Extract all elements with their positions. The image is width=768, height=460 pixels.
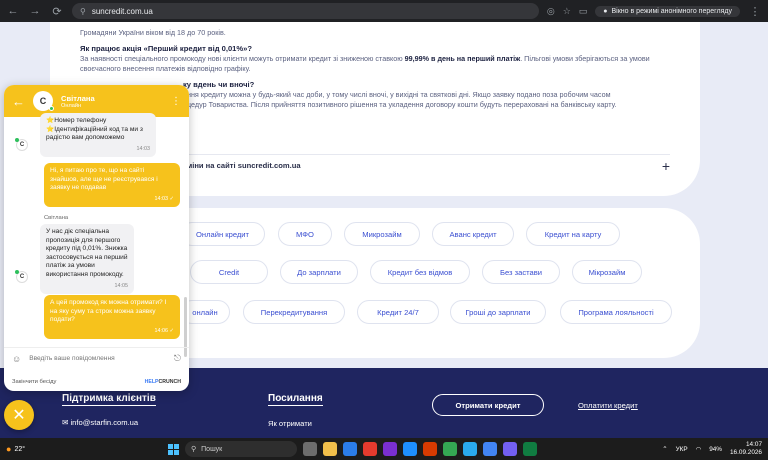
- faq-answer-1: Громадяни України віком від 18 до 70 рок…: [80, 28, 226, 37]
- tag-credit[interactable]: Credit: [190, 260, 268, 284]
- viber-icon[interactable]: [503, 442, 517, 456]
- sun-icon: ●: [6, 444, 12, 454]
- tag-groshi[interactable]: Гроші до зарплати: [450, 300, 546, 324]
- battery-indicator[interactable]: 94%: [709, 446, 722, 453]
- url-text: suncredit.com.ua: [91, 6, 153, 16]
- message-sender: Світлана: [44, 215, 69, 221]
- windows-start-icon[interactable]: [168, 443, 179, 455]
- taskbar: ● 22° ⚲ Пошук ⌃ УКР ◠ 94% 14:07 16.09.20…: [0, 438, 768, 460]
- tag-online-credit[interactable]: Онлайн кредит: [180, 222, 265, 246]
- chat-menu-icon[interactable]: ⋮: [171, 96, 181, 107]
- plus-icon[interactable]: +: [662, 158, 670, 174]
- tag-mfo[interactable]: МФО: [278, 222, 332, 246]
- reload-icon[interactable]: ⟳: [50, 5, 64, 18]
- back-arrow-icon[interactable]: ←: [12, 94, 25, 109]
- app-icon-blue[interactable]: [483, 442, 497, 456]
- agent-avatar: С: [33, 91, 54, 111]
- get-credit-button[interactable]: Отримати кредит: [432, 394, 544, 416]
- agent-status: Онлайн: [61, 102, 82, 109]
- faq-answer-2: За наявності спеціального промокоду нові…: [80, 54, 650, 73]
- attachment-icon[interactable]: ⎋: [174, 353, 181, 364]
- agent-msg-avatar: С: [15, 270, 28, 283]
- chat-footer: Закінчити бесіду HELPCRUNCH: [4, 375, 189, 389]
- footer-links-title: Посилання: [268, 393, 323, 406]
- wifi-icon[interactable]: ◠: [696, 445, 702, 453]
- app-icon-purple[interactable]: [383, 442, 397, 456]
- address-bar[interactable]: ⚲ suncredit.com.ua: [72, 3, 539, 19]
- system-tray: ⌃ УКР ◠ 94% 14:07 16.09.2026: [662, 441, 762, 457]
- footer-support-title: Підтримка клієнтів: [62, 393, 156, 406]
- tag-do-zarplaty[interactable]: До зарплати: [280, 260, 358, 284]
- incognito-indicator[interactable]: ● Вікно в режимі анонімного перегляду: [595, 5, 740, 17]
- office-icon[interactable]: [423, 442, 437, 456]
- taskbar-search[interactable]: ⚲ Пошук: [185, 441, 297, 457]
- faq-question-2[interactable]: Як працює акція «Перший кредит від 0,01%…: [80, 44, 680, 54]
- chevron-up-icon[interactable]: ⌃: [662, 445, 667, 453]
- tag-credit-24-7[interactable]: Кредит 24/7: [357, 300, 439, 324]
- incognito-icon: ●: [603, 7, 608, 15]
- agent-name: Світлана: [61, 93, 95, 103]
- star-icon[interactable]: ☆: [563, 6, 571, 17]
- pay-credit-link[interactable]: Оплатити кредит: [578, 401, 638, 410]
- tag-bez-zastavy[interactable]: Без застави: [482, 260, 560, 284]
- sidebar-icon[interactable]: ▭: [579, 6, 588, 17]
- tag-bez-vidmov[interactable]: Кредит без відмов: [370, 260, 470, 284]
- task-view-icon[interactable]: [303, 442, 317, 456]
- tag-loyalty[interactable]: Програма лояльності: [560, 300, 672, 324]
- tag-mikrozaim[interactable]: Микрозайм: [344, 222, 420, 246]
- user-message: Hi, я питаю про те, що на сайті знайшов,…: [44, 163, 180, 208]
- footer-email[interactable]: ✉ info@starfin.com.ua: [62, 418, 138, 427]
- app-icon-red[interactable]: [363, 442, 377, 456]
- chat-widget: ← С Світлана Онлайн ⋮ С ⭐Номер телефону …: [4, 85, 189, 391]
- clock[interactable]: 14:07 16.09.2026: [730, 441, 762, 457]
- tag-avans[interactable]: Аванс кредит: [432, 222, 514, 246]
- footer-link-how-to-get[interactable]: Як отримати: [268, 419, 312, 428]
- eye-off-icon[interactable]: ◎: [547, 6, 555, 17]
- chat-close-button[interactable]: ✕: [4, 400, 34, 430]
- end-chat-link[interactable]: Закінчити бесіду: [12, 379, 56, 385]
- agent-message: ⭐Номер телефону ⭐Ідентифікаційний код та…: [40, 113, 156, 158]
- emoji-icon[interactable]: ☺: [12, 354, 21, 364]
- agent-msg-avatar: С: [15, 138, 28, 151]
- user-message: А цей промокод як можна отримати? І на я…: [44, 295, 180, 340]
- chrome-icon[interactable]: [443, 442, 457, 456]
- browser-toolbar: ← → ⟳ ⚲ suncredit.com.ua ◎ ☆ ▭ ● Вікно в…: [0, 0, 768, 22]
- close-icon: ✕: [12, 407, 26, 424]
- chat-messages: С ⭐Номер телефону ⭐Ідентифікаційний код …: [4, 113, 189, 357]
- search-icon: ⚲: [191, 446, 197, 453]
- helpcrunch-logo[interactable]: HELPCRUNCH: [145, 379, 181, 385]
- file-explorer-icon[interactable]: [323, 442, 337, 456]
- site-info-icon[interactable]: ⚲: [80, 7, 86, 16]
- weather-widget[interactable]: ● 22°: [6, 444, 156, 454]
- edge-icon[interactable]: [343, 442, 357, 456]
- tag-perekredytuvannia[interactable]: Перекредитування: [243, 300, 345, 324]
- message-input[interactable]: [29, 355, 166, 362]
- chat-input-bar: ☺ ⎋: [4, 347, 189, 369]
- forward-icon[interactable]: →: [28, 5, 42, 17]
- language-indicator[interactable]: УКР: [676, 446, 688, 453]
- tag-card-credit[interactable]: Кредит на карту: [526, 222, 620, 246]
- agent-message: У нас діє спеціальна пропозиція для перш…: [40, 224, 134, 295]
- menu-icon[interactable]: ⋮: [748, 5, 762, 18]
- back-icon[interactable]: ←: [6, 5, 20, 17]
- telegram-icon[interactable]: [463, 442, 477, 456]
- excel-icon[interactable]: [523, 442, 537, 456]
- dropbox-icon[interactable]: [403, 442, 417, 456]
- tag-mikrozaim-2[interactable]: Мікрозайм: [572, 260, 642, 284]
- online-dot: [49, 106, 54, 111]
